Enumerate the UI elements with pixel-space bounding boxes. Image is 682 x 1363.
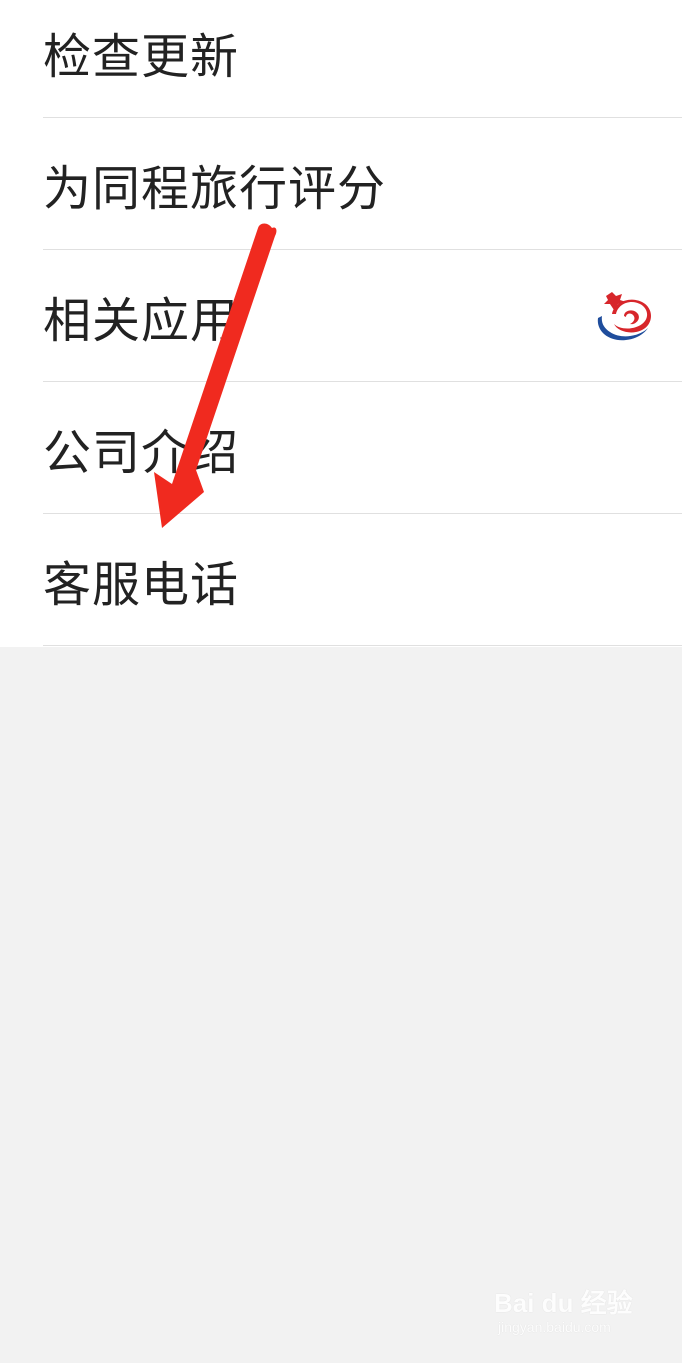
- tongcheng-app-logo-icon: [597, 292, 651, 341]
- menu-item-check-update[interactable]: 检查更新: [0, 0, 682, 118]
- menu-item-rate-app[interactable]: 为同程旅行评分: [0, 118, 682, 250]
- menu-item-label: 相关应用: [43, 293, 240, 349]
- divider: [43, 645, 682, 646]
- menu-item-related-apps[interactable]: 相关应用: [0, 250, 682, 382]
- watermark-logo: Bai du 经验: [494, 1288, 633, 1318]
- menu-item-label: 为同程旅行评分: [43, 161, 387, 217]
- menu-item-label: 公司介绍: [43, 425, 240, 481]
- baidu-jingyan-watermark: Bai du 经验 jingyan.baidu.com: [494, 1283, 644, 1345]
- menu-item-label: 检查更新: [43, 29, 240, 85]
- menu-item-label: 客服电话: [43, 557, 240, 613]
- menu-item-customer-service-phone[interactable]: 客服电话: [0, 514, 682, 646]
- watermark-url: jingyan.baidu.com: [498, 1319, 611, 1335]
- settings-menu-panel: 检查更新 为同程旅行评分 相关应用 公司介绍 客服电话: [0, 0, 682, 647]
- menu-item-company-intro[interactable]: 公司介绍: [0, 382, 682, 514]
